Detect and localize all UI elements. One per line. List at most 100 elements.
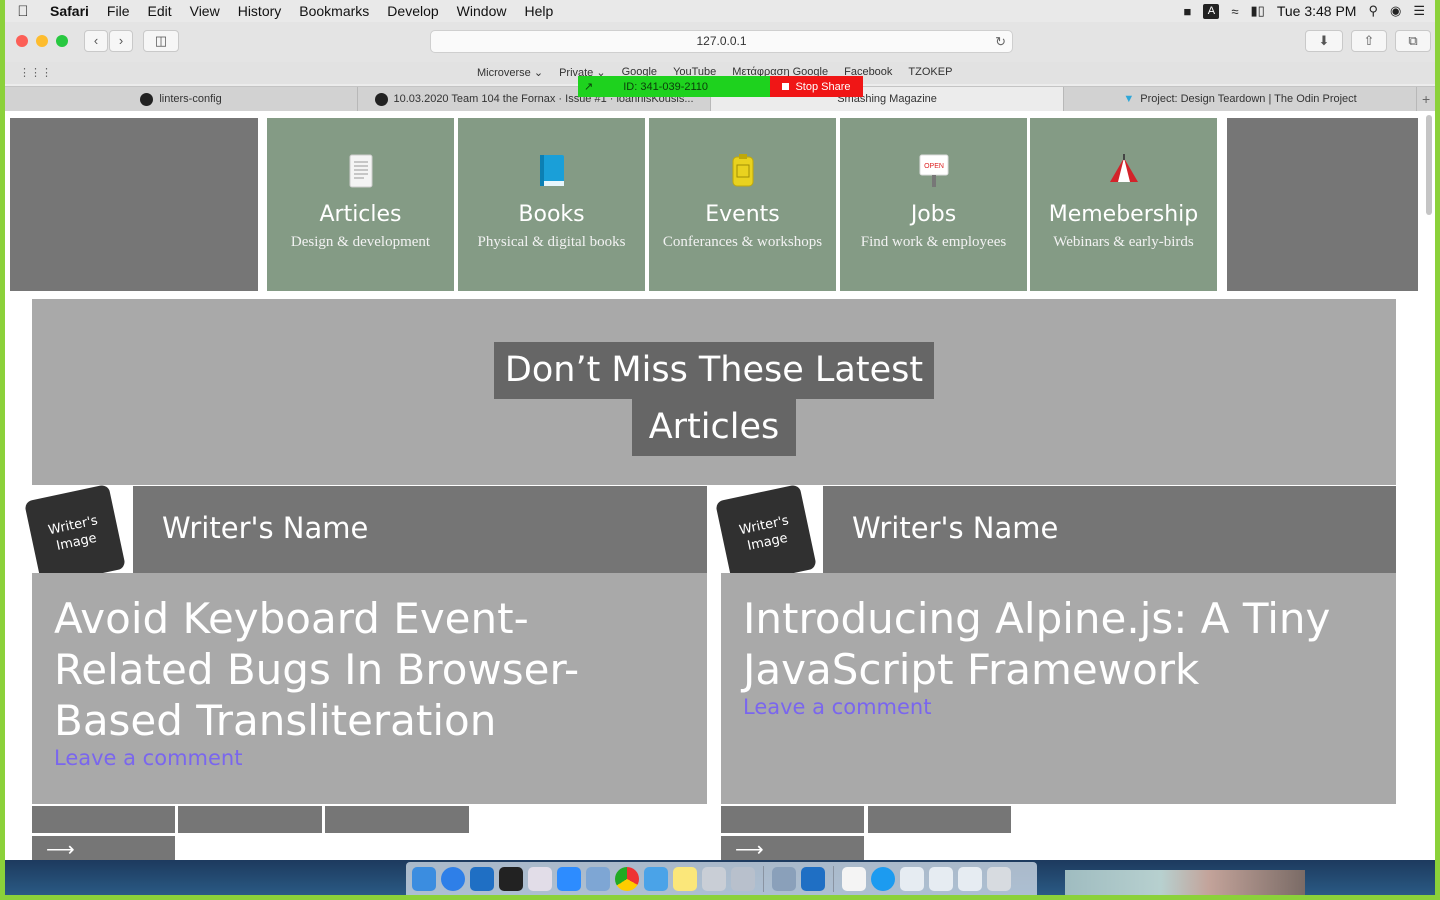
terminal-icon[interactable] (499, 866, 523, 891)
vscode-icon[interactable] (470, 866, 494, 891)
address-text: 127.0.0.1 (696, 34, 747, 48)
menu-app-name[interactable]: Safari (41, 3, 98, 19)
nav-card-events[interactable]: Events Conferances & workshops (649, 118, 836, 291)
spotlight-search-icon[interactable]: ⚲ (1368, 3, 1378, 19)
tab-overview-button[interactable]: ⧉ (1395, 30, 1431, 52)
nav-card-subtitle: Conferances & workshops (662, 234, 823, 250)
nav-card-books[interactable]: Books Physical & digital books (458, 118, 645, 291)
menu-window[interactable]: Window (448, 3, 516, 19)
menu-view[interactable]: View (181, 3, 229, 19)
slack-icon[interactable] (528, 866, 552, 891)
leave-comment-link[interactable]: Leave a comment (54, 746, 242, 770)
app-store-icon[interactable] (871, 866, 895, 891)
nav-card-subtitle: Physical & digital books (477, 234, 626, 250)
finder-icon[interactable] (412, 866, 436, 891)
arrow-right-icon: ⟶ (46, 839, 75, 860)
battery-icon[interactable]: ▮▯ (1251, 3, 1265, 19)
menu-develop[interactable]: Develop (378, 3, 447, 19)
zoom-window-button[interactable] (56, 35, 68, 47)
file-manager-icon[interactable] (772, 866, 796, 891)
documents-icon[interactable] (842, 866, 866, 891)
clock[interactable]: Tue 3:48 PM (1277, 3, 1357, 19)
download-icon: ⬇ (1318, 33, 1330, 48)
writer-image-badge: Writer's Image (23, 483, 127, 587)
screen-share-bar: ↗ ID: 341-039-2110 Stop Share (578, 76, 863, 97)
xcode-icon[interactable] (644, 866, 668, 891)
leave-comment-link[interactable]: Leave a comment (743, 695, 931, 719)
banner-heading-line2: Articles (632, 399, 796, 456)
chrome-icon[interactable] (615, 866, 639, 891)
read-more-button[interactable]: ⟶ (721, 836, 864, 860)
nav-card-subtitle: Find work & employees (860, 234, 1007, 250)
system-utilities-icon[interactable] (731, 866, 755, 891)
article-body: Avoid Keyboard Event-Related Bugs In Bro… (32, 573, 707, 804)
trash-icon[interactable] (987, 866, 1011, 891)
nav-card-articles[interactable]: Articles Design & development (267, 118, 454, 291)
banner-heading-line1: Don’t Miss These Latest (494, 342, 934, 399)
wifi-icon[interactable]: ≈ (1231, 4, 1238, 19)
safari-icon[interactable] (441, 866, 465, 891)
menu-bookmarks[interactable]: Bookmarks (290, 3, 378, 19)
tab-odin-project[interactable]: ▼ Project: Design Teardown | The Odin Pr… (1064, 87, 1418, 111)
favorite-tzokep[interactable]: TZOKEP (908, 66, 952, 79)
vertical-scrollbar[interactable] (1426, 115, 1432, 215)
reload-icon[interactable]: ↻ (995, 31, 1006, 52)
menu-file[interactable]: File (98, 3, 139, 19)
writer-name[interactable]: Writer's Name (133, 486, 707, 573)
menu-history[interactable]: History (229, 3, 291, 19)
preview-icon[interactable] (586, 866, 610, 891)
article-footer-bar (325, 806, 469, 833)
article-body: Introducing Alpine.js: A Tiny JavaScript… (721, 573, 1396, 804)
new-tab-button[interactable]: + (1417, 87, 1435, 111)
category-nav: Articles Design & development Books Phys… (10, 118, 1418, 291)
window-thumbnail-icon[interactable] (929, 866, 953, 891)
book-icon (458, 154, 645, 190)
sidebar-icon: ◫ (154, 33, 168, 48)
window-thumbnail-icon[interactable] (958, 866, 982, 891)
vscode-insiders-icon[interactable] (801, 866, 825, 891)
zoom-camera-icon[interactable]: ■ (1184, 4, 1192, 19)
nav-card-jobs[interactable]: OPEN Jobs Find work & employees (840, 118, 1027, 291)
nav-card-subtitle: Webinars & early-birds (1053, 234, 1194, 250)
screen-share-frame:  Safari File Edit View History Bookmark… (5, 0, 1435, 895)
close-window-button[interactable] (16, 35, 28, 47)
article-footer-bar (868, 806, 1011, 833)
favorite-microverse[interactable]: Microverse ⌄ (477, 66, 543, 79)
writer-image-badge: Writer's Image (714, 483, 818, 587)
top-sites-grid-icon[interactable]: ⋮⋮⋮ (19, 66, 52, 79)
window-thumbnail-icon[interactable] (900, 866, 924, 891)
nav-card-title: Articles (319, 202, 402, 227)
sidebar-button[interactable]: ◫ (143, 30, 179, 52)
writer-name[interactable]: Writer's Name (823, 486, 1396, 573)
dock-separator (763, 865, 764, 892)
article-title[interactable]: Avoid Keyboard Event-Related Bugs In Bro… (54, 593, 685, 746)
minimize-window-button[interactable] (36, 35, 48, 47)
dock-separator (833, 865, 834, 892)
tab-linters-config[interactable]: linters-config (5, 87, 359, 111)
share-meeting-id: ↗ ID: 341-039-2110 (578, 76, 770, 97)
menu-help[interactable]: Help (515, 3, 562, 19)
document-icon (267, 154, 454, 190)
back-button[interactable]: ‹ (84, 30, 108, 52)
keychain-icon[interactable] (702, 866, 726, 891)
forward-button[interactable]: › (109, 30, 133, 52)
share-button[interactable]: ⇧ (1351, 30, 1387, 52)
notification-center-icon[interactable]: ☰ (1413, 3, 1425, 19)
siri-icon[interactable]: ◉ (1390, 3, 1401, 19)
nav-card-membership[interactable]: Memebership Webinars & early-birds (1030, 118, 1217, 291)
menu-edit[interactable]: Edit (138, 3, 180, 19)
notes-icon[interactable] (673, 866, 697, 891)
downloads-button[interactable]: ⬇ (1305, 30, 1343, 52)
article-title[interactable]: Introducing Alpine.js: A Tiny JavaScript… (743, 593, 1374, 695)
zoom-icon[interactable] (557, 866, 581, 891)
stop-icon (782, 83, 790, 90)
stop-share-button[interactable]: Stop Share (770, 76, 863, 97)
event-badge-icon (649, 154, 836, 190)
article-footer-bar (721, 806, 864, 833)
address-bar[interactable]: 127.0.0.1 ↻ (430, 30, 1013, 53)
nav-card-title: Events (705, 202, 780, 227)
apple-menu-icon[interactable]:  (5, 3, 41, 20)
input-source-icon[interactable]: A (1203, 3, 1220, 19)
nav-card-subtitle: Design & development (290, 234, 431, 250)
read-more-button[interactable]: ⟶ (32, 836, 175, 860)
